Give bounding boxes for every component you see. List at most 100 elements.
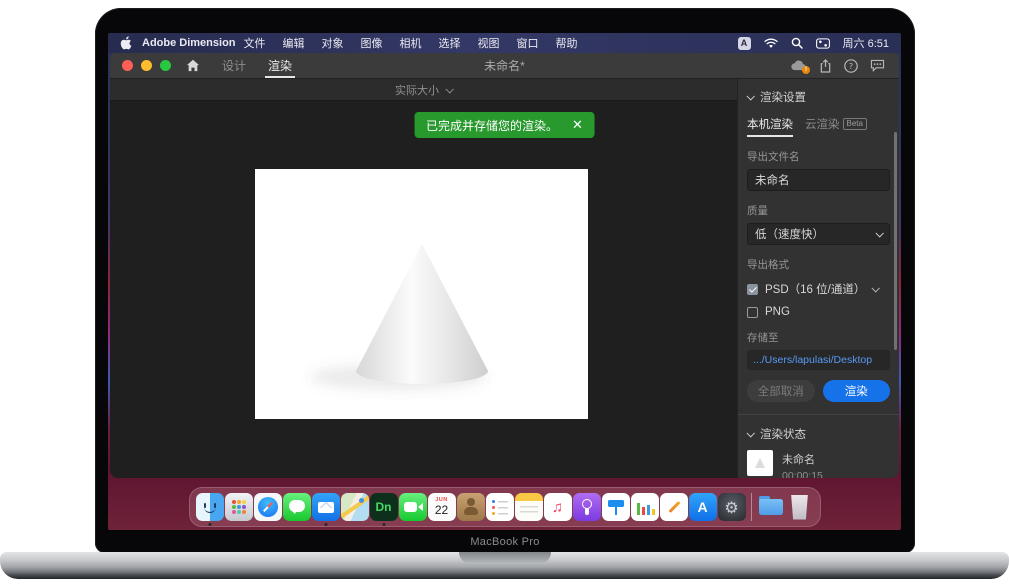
help-icon[interactable]: ? xyxy=(844,59,858,73)
titlebar-action-icons: ! ? xyxy=(790,59,899,73)
dock-finder-icon[interactable] xyxy=(196,493,224,521)
chevron-down-icon xyxy=(875,229,883,237)
wifi-icon[interactable] xyxy=(764,38,778,49)
menu-file[interactable]: 文件 xyxy=(244,35,266,51)
render-canvas-area: 实际大小 xyxy=(110,79,737,478)
quality-select[interactable]: 低（速度快） xyxy=(747,223,890,245)
cone-object xyxy=(356,244,488,384)
toast-message: 已完成并存储您的渲染。 xyxy=(426,117,558,134)
chevron-down-icon xyxy=(746,92,754,100)
dock-launchpad-icon[interactable] xyxy=(225,493,253,521)
menubar-clock[interactable]: 周六 6:51 xyxy=(843,35,889,51)
cancel-all-button[interactable]: 全部取消 xyxy=(747,380,815,402)
dock-messages-icon[interactable] xyxy=(283,493,311,521)
export-filename-input[interactable]: 未命名 xyxy=(747,169,890,191)
minimize-window-button[interactable] xyxy=(141,60,152,71)
traffic-lights xyxy=(110,60,171,71)
dock-app-store-icon[interactable]: A xyxy=(689,493,717,521)
save-path-link[interactable]: .../Users/lapulasi/Desktop xyxy=(747,350,890,370)
window-content: 实际大小 xyxy=(110,79,899,478)
render-thumbnail xyxy=(747,450,773,476)
zoom-level-label: 实际大小 xyxy=(395,82,439,98)
tab-cloud-render[interactable]: 云渲染 Beta xyxy=(805,116,867,137)
input-source-icon[interactable]: A xyxy=(738,37,751,50)
tab-local-render[interactable]: 本机渲染 xyxy=(747,116,793,137)
panel-scrollbar[interactable] xyxy=(894,132,897,350)
quality-value: 低（速度快） xyxy=(755,226,824,242)
control-center-icon[interactable] xyxy=(816,38,830,49)
macos-menubar: Adobe Dimension 文件 编辑 对象 图像 相机 选择 视图 窗口 … xyxy=(108,33,901,53)
home-icon[interactable] xyxy=(186,59,200,72)
dock-mail-icon[interactable] xyxy=(312,493,340,521)
chevron-down-icon xyxy=(445,85,453,93)
menu-object[interactable]: 对象 xyxy=(322,35,344,51)
psd-format-label: PSD（16 位/通道） xyxy=(765,281,865,297)
menu-image[interactable]: 图像 xyxy=(361,35,383,51)
apple-menu-icon[interactable] xyxy=(120,36,132,50)
render-item-name: 未命名 xyxy=(782,451,823,467)
dock-divider xyxy=(751,493,752,521)
menu-help[interactable]: 帮助 xyxy=(556,35,578,51)
page: MacBook Pro Adobe Dimension 文件 编辑 对象 图像 … xyxy=(0,0,1009,586)
toast-close-icon[interactable]: ✕ xyxy=(572,117,583,133)
dock-system-settings-icon[interactable]: ⚙ xyxy=(718,493,746,521)
psd-checkbox[interactable] xyxy=(747,284,758,295)
dock-trash-icon[interactable] xyxy=(786,493,814,521)
tab-render[interactable]: 渲染 xyxy=(268,53,292,78)
chevron-down-icon[interactable] xyxy=(872,284,880,292)
dock-notes-icon[interactable] xyxy=(515,493,543,521)
zoom-level-dropdown[interactable]: 实际大小 xyxy=(110,79,737,101)
render-complete-toast: 已完成并存储您的渲染。 ✕ xyxy=(414,112,595,138)
dock-safari-icon[interactable] xyxy=(254,493,282,521)
render-status-item[interactable]: 未命名 00:00:15 xyxy=(747,450,890,478)
menubar-status-icons: A 周六 6:51 xyxy=(738,35,889,51)
macos-screen: Adobe Dimension 文件 编辑 对象 图像 相机 选择 视图 窗口 … xyxy=(108,33,901,530)
spotlight-search-icon[interactable] xyxy=(791,37,803,49)
menu-camera[interactable]: 相机 xyxy=(400,35,422,51)
menu-window[interactable]: 窗口 xyxy=(517,35,539,51)
dock-calendar-icon[interactable]: JUN22 xyxy=(428,493,456,521)
render-settings-title: 渲染设置 xyxy=(760,89,806,105)
dock-numbers-icon[interactable] xyxy=(631,493,659,521)
dock-music-icon[interactable]: ♫ xyxy=(544,493,572,521)
macbook-lid-notch xyxy=(459,552,551,564)
dock-downloads-folder-icon[interactable] xyxy=(757,493,785,521)
macos-dock: Dn JUN22 ♫ A ⚙ xyxy=(189,487,821,527)
png-checkbox[interactable] xyxy=(747,307,758,318)
dock-maps-icon[interactable] xyxy=(341,493,369,521)
panel-divider xyxy=(738,414,899,415)
close-window-button[interactable] xyxy=(122,60,133,71)
menu-select[interactable]: 选择 xyxy=(439,35,461,51)
png-format-label: PNG xyxy=(765,306,790,318)
macbook-bezel: MacBook Pro Adobe Dimension 文件 编辑 对象 图像 … xyxy=(95,8,915,553)
feedback-icon[interactable] xyxy=(870,59,885,72)
menu-view[interactable]: 视图 xyxy=(478,35,500,51)
dock-facetime-icon[interactable] xyxy=(399,493,427,521)
render-button[interactable]: 渲染 xyxy=(823,380,891,402)
dock-contacts-icon[interactable] xyxy=(457,493,485,521)
window-titlebar: 设计 渲染 未命名* ! ? xyxy=(110,53,899,79)
export-format-label: 导出格式 xyxy=(747,257,890,272)
dock-adobe-dimension-icon[interactable]: Dn xyxy=(370,493,398,521)
menu-edit[interactable]: 编辑 xyxy=(283,35,305,51)
render-status-header[interactable]: 渲染状态 xyxy=(747,426,890,442)
dock-reminders-icon[interactable] xyxy=(486,493,514,521)
dock-pages-icon[interactable] xyxy=(660,493,688,521)
share-icon[interactable] xyxy=(819,59,832,73)
beta-badge: Beta xyxy=(843,118,867,130)
menubar-app-name[interactable]: Adobe Dimension xyxy=(142,37,236,49)
cloud-render-label: 云渲染 xyxy=(805,116,840,132)
png-format-row: PNG xyxy=(747,306,890,318)
mode-tabs: 设计 渲染 xyxy=(222,53,292,78)
dock-keynote-icon[interactable] xyxy=(602,493,630,521)
fullscreen-window-button[interactable] xyxy=(160,60,171,71)
macbook-base xyxy=(0,552,1009,579)
dock-podcasts-icon[interactable] xyxy=(573,493,601,521)
render-settings-header[interactable]: 渲染设置 xyxy=(747,89,890,105)
tab-design[interactable]: 设计 xyxy=(222,53,246,78)
quality-label: 质量 xyxy=(747,203,890,218)
cloud-sync-warning-icon[interactable]: ! xyxy=(790,59,807,72)
device-label: MacBook Pro xyxy=(95,536,915,548)
save-to-label: 存储至 xyxy=(747,330,890,345)
chevron-down-icon xyxy=(746,429,754,437)
